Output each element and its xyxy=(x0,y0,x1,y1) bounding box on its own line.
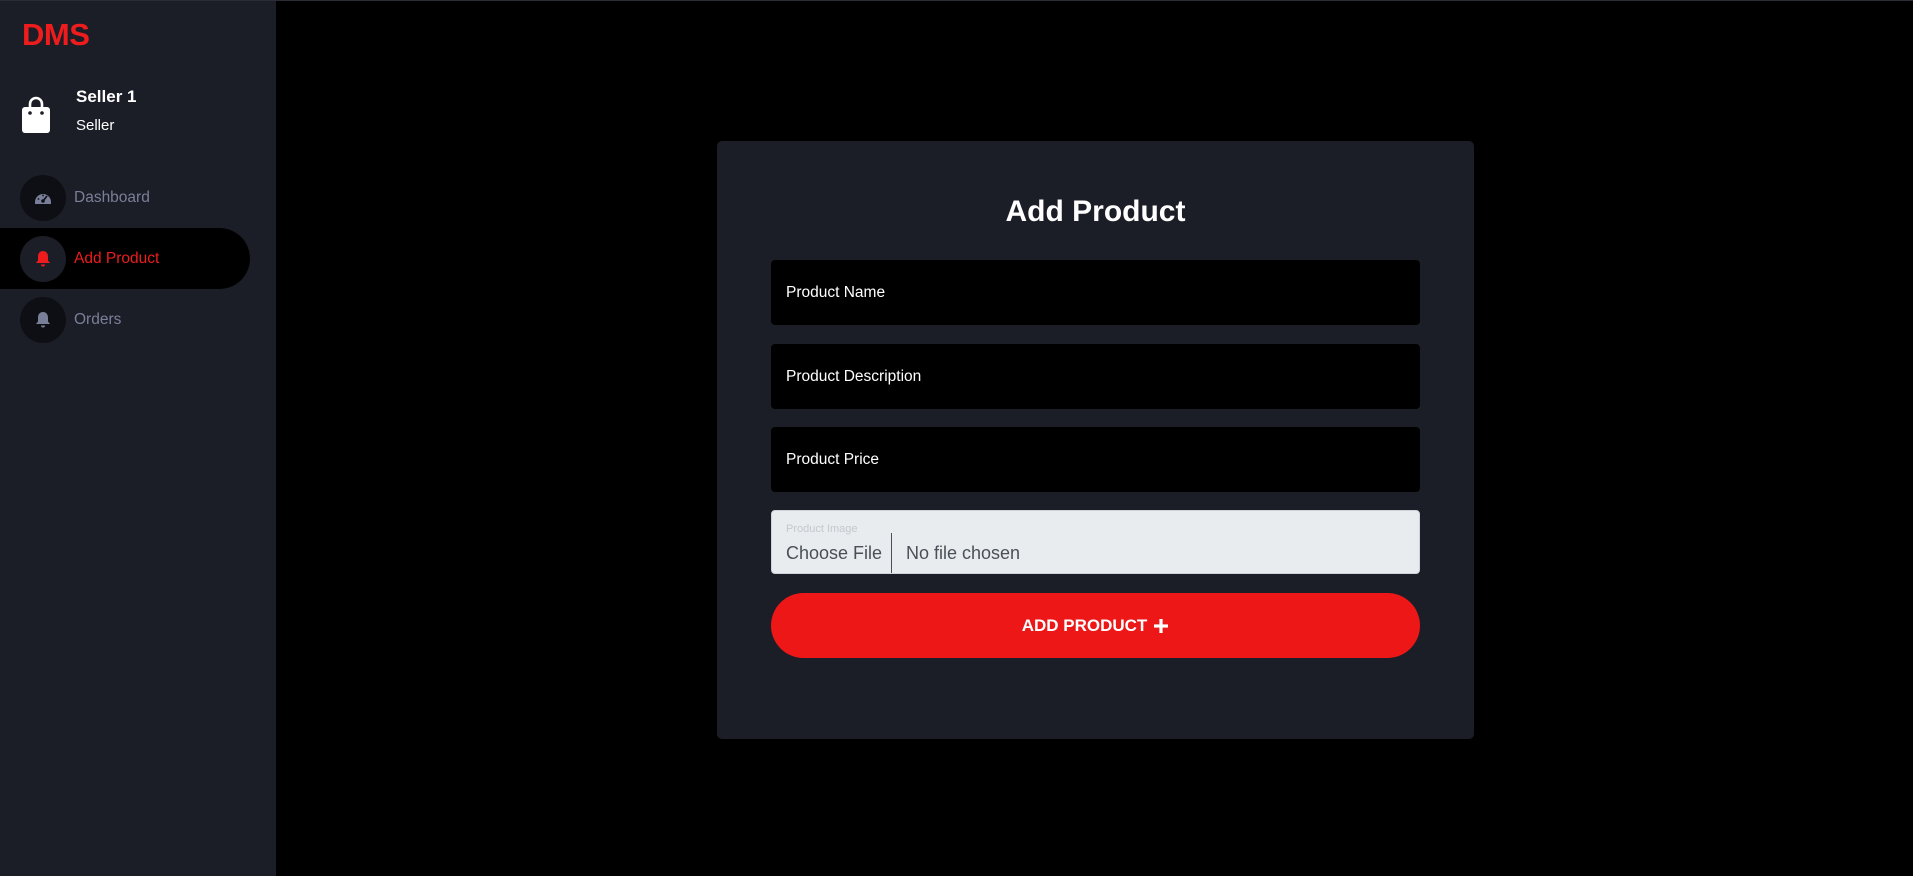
product-image-file-input[interactable]: Product Image Choose File No file chosen xyxy=(771,510,1420,574)
product-price-input[interactable] xyxy=(771,427,1420,492)
user-profile: Seller 1 Seller xyxy=(20,85,137,135)
bell-icon xyxy=(20,235,66,282)
page-title: Add Product xyxy=(1005,195,1186,228)
plus-icon xyxy=(1154,618,1169,633)
shopping-bag-icon xyxy=(22,96,50,133)
choose-file-button[interactable]: Choose File xyxy=(772,533,892,573)
sidebar-nav: Dashboard Add Product Orders xyxy=(0,167,276,350)
user-name: Seller 1 xyxy=(76,87,137,106)
add-product-button[interactable]: ADD PRODUCT xyxy=(771,593,1420,658)
sidebar-item-label: Dashboard xyxy=(74,188,150,206)
sidebar-item-dashboard[interactable]: Dashboard xyxy=(0,167,250,228)
sidebar-item-label: Orders xyxy=(74,310,122,328)
sidebar-item-label: Add Product xyxy=(74,249,160,267)
user-role: Seller xyxy=(76,117,115,134)
add-product-card: Add Product Product Image Choose File No… xyxy=(717,141,1474,739)
product-name-input[interactable] xyxy=(771,260,1420,325)
product-description-input[interactable] xyxy=(771,344,1420,409)
add-product-button-label: ADD PRODUCT xyxy=(1021,615,1148,635)
bell-icon xyxy=(20,296,66,343)
sidebar-item-add-product[interactable]: Add Product xyxy=(0,228,250,289)
speedometer-icon xyxy=(20,174,66,221)
app-root: DMS Seller 1 Seller Dashboard Add Produc… xyxy=(0,0,1913,876)
sidebar: DMS Seller 1 Seller Dashboard Add Produc… xyxy=(0,1,276,876)
brand-logo[interactable]: DMS xyxy=(22,17,90,53)
file-status-text: No file chosen xyxy=(906,543,1021,563)
sidebar-item-orders[interactable]: Orders xyxy=(0,289,250,350)
